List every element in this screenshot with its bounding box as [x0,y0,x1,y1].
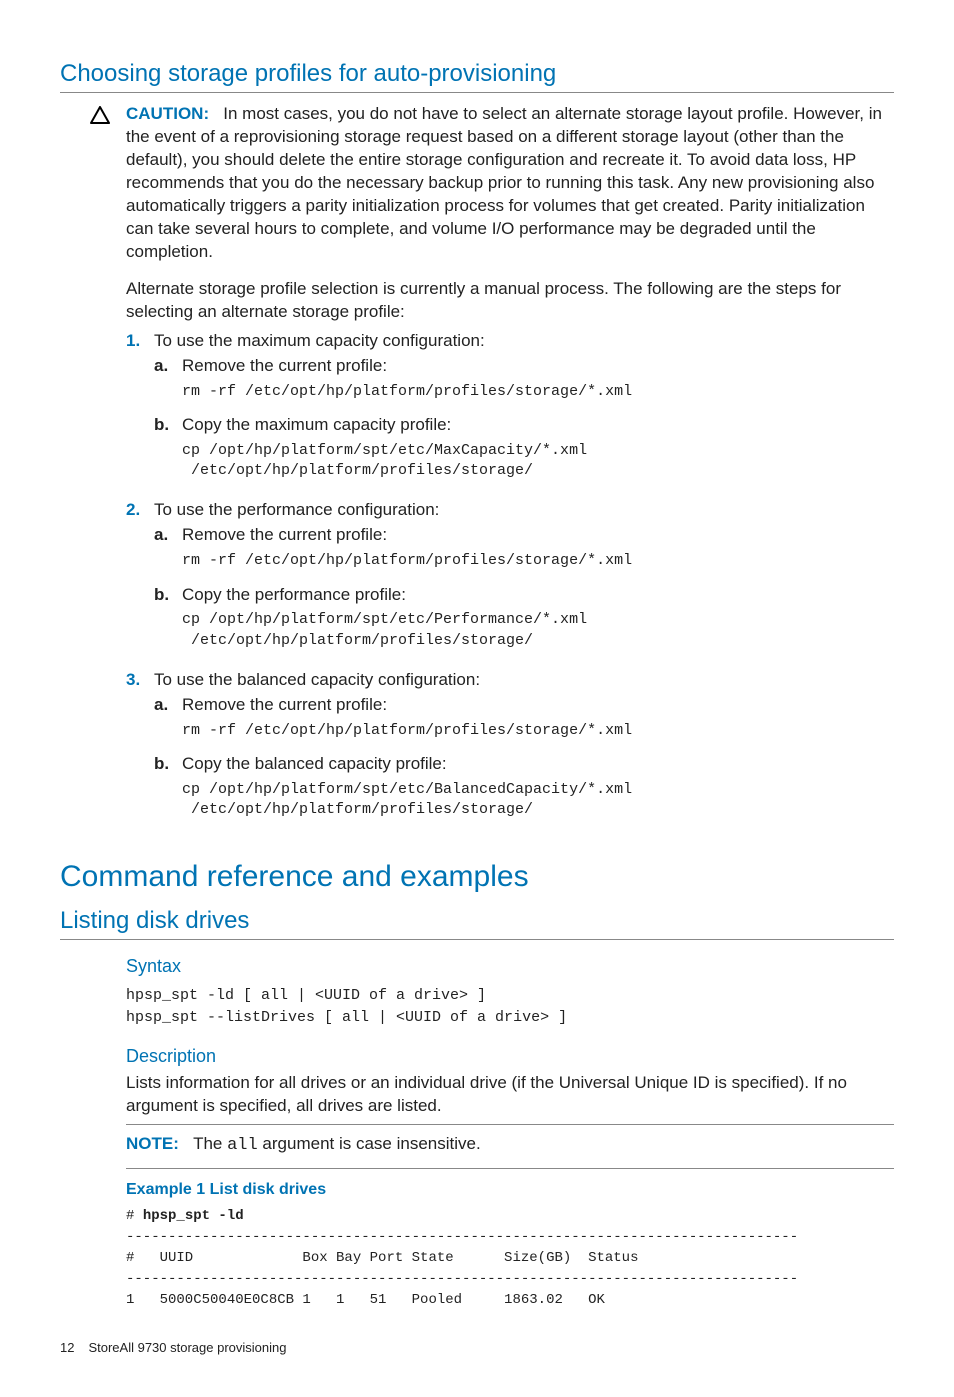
caution-icon [90,103,126,132]
syntax-label: Syntax [126,954,894,978]
command-block: rm -rf /etc/opt/hp/platform/profiles/sto… [182,551,894,571]
caution-label: CAUTION: [126,104,209,123]
substep-marker: b. [154,584,182,607]
heading-listing-drives: Listing disk drives [60,905,894,940]
note-block: NOTE: The all argument is case insensiti… [126,1133,894,1158]
substep-text: Remove the current profile: [182,694,387,717]
substep-marker: a. [154,524,182,547]
command-block: cp /opt/hp/platform/spt/etc/BalancedCapa… [182,780,894,821]
substep-text: Remove the current profile: [182,524,387,547]
substep-text: Copy the balanced capacity profile: [182,753,447,776]
substep-text: Copy the maximum capacity profile: [182,414,451,437]
heading-command-reference: Command reference and examples [60,857,894,898]
heading-choosing-profiles: Choosing storage profiles for auto-provi… [60,58,894,93]
step-marker: 2. [126,499,154,663]
steps-list: 1. To use the maximum capacity configura… [126,330,894,833]
step-text: To use the performance configuration: [154,500,439,519]
substep-marker: a. [154,355,182,378]
substep-marker: a. [154,694,182,717]
note-prefix: The [193,1134,227,1153]
note-suffix: argument is case insensitive. [258,1134,481,1153]
step-marker: 1. [126,330,154,494]
substep-text: Remove the current profile: [182,355,387,378]
description-label: Description [126,1044,894,1068]
substep-marker: b. [154,414,182,437]
command-block: rm -rf /etc/opt/hp/platform/profiles/sto… [182,382,894,402]
command-block: cp /opt/hp/platform/spt/etc/MaxCapacity/… [182,441,894,482]
divider [126,1124,894,1125]
substep-marker: b. [154,753,182,776]
syntax-block: hpsp_spt -ld [ all | <UUID of a drive> ]… [126,985,894,1030]
description-text: Lists information for all drives or an i… [126,1072,894,1118]
step-marker: 3. [126,669,154,833]
divider [126,1168,894,1169]
page-number: 12 [60,1340,74,1355]
note-code: all [227,1136,258,1155]
example-title: Example 1 List disk drives [126,1179,894,1201]
page-footer: 12 StoreAll 9730 storage provisioning [60,1339,894,1357]
caution-text: In most cases, you do not have to select… [126,104,882,261]
footer-text: StoreAll 9730 storage provisioning [88,1340,286,1355]
intro-paragraph: Alternate storage profile selection is c… [126,278,894,324]
substep-text: Copy the performance profile: [182,584,406,607]
step-text: To use the balanced capacity configurati… [154,670,480,689]
note-label: NOTE: [126,1134,179,1153]
caution-block: CAUTION: In most cases, you do not have … [60,103,894,264]
step-text: To use the maximum capacity configuratio… [154,331,485,350]
example-output: # hpsp_spt -ld -------------------------… [126,1206,894,1311]
command-block: cp /opt/hp/platform/spt/etc/Performance/… [182,610,894,651]
command-block: rm -rf /etc/opt/hp/platform/profiles/sto… [182,721,894,741]
